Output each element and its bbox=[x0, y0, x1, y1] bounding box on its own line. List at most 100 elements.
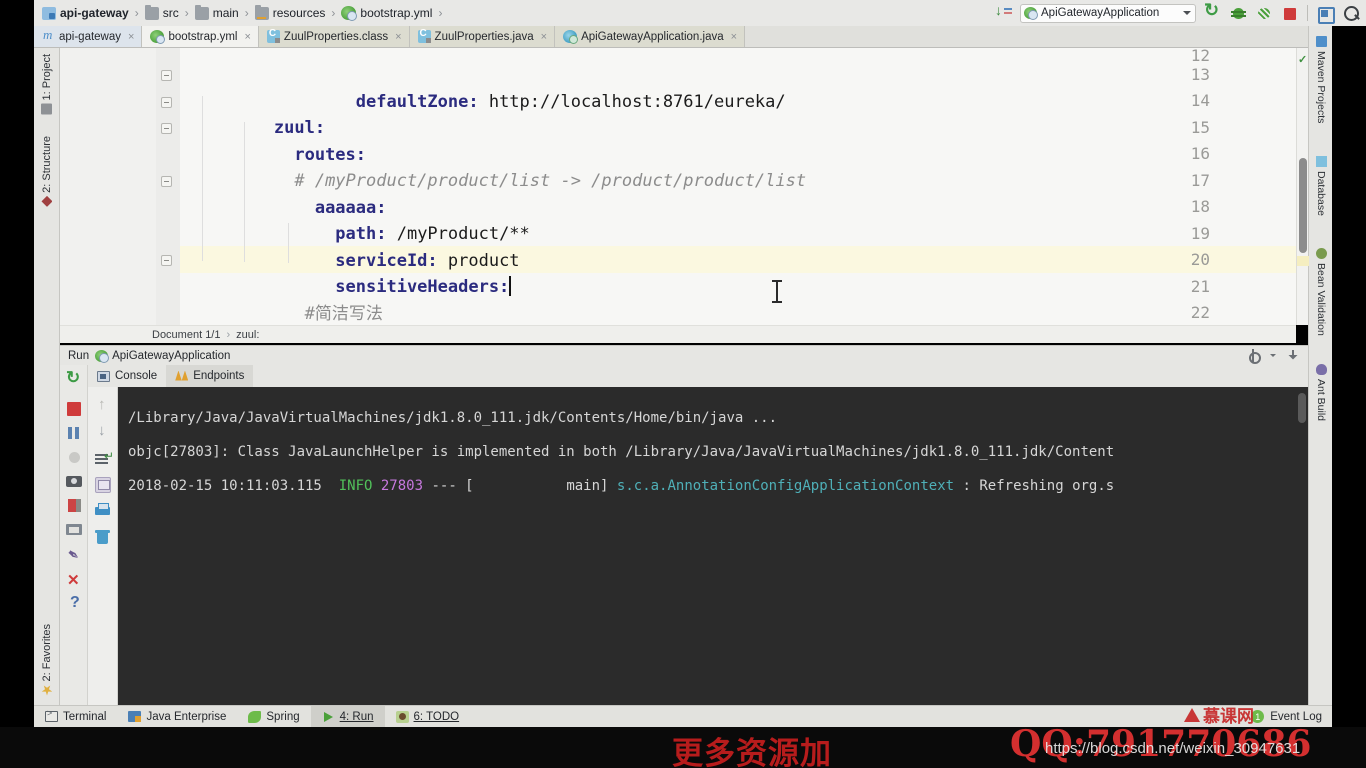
run-icon bbox=[322, 711, 335, 723]
close-icon[interactable]: × bbox=[395, 31, 401, 43]
console-line: 2018-02-15 10:11:03.115 INFO 27803 --- [… bbox=[128, 478, 1308, 495]
code-editor[interactable]: 12 13 14 15 16 17 18 19 20 21 22 service… bbox=[60, 48, 1296, 325]
close-icon[interactable]: × bbox=[731, 31, 737, 43]
main-toolbar: ApiGatewayApplication bbox=[994, 0, 1366, 26]
stop-icon[interactable] bbox=[66, 401, 83, 418]
toolbar-divider bbox=[1307, 5, 1308, 21]
screenshot-icon[interactable] bbox=[66, 473, 83, 490]
fold-marker[interactable] bbox=[161, 70, 172, 81]
bottom-watermark-band bbox=[0, 727, 1366, 768]
status-item-spring[interactable]: Spring bbox=[237, 706, 310, 728]
scroll-to-end-icon[interactable] bbox=[95, 477, 111, 493]
debug-icon[interactable] bbox=[1229, 4, 1248, 23]
layout-icon[interactable] bbox=[66, 521, 83, 538]
event-log-badge: 1 bbox=[1251, 710, 1265, 723]
scrollbar-thumb[interactable] bbox=[1299, 158, 1307, 253]
close-icon[interactable] bbox=[66, 571, 83, 590]
chevron-down-icon[interactable] bbox=[1270, 354, 1276, 357]
breadcrumb-label: bootstrap.yml bbox=[360, 6, 433, 20]
close-icon[interactable]: × bbox=[244, 31, 250, 43]
fold-marker[interactable] bbox=[161, 176, 172, 187]
editor-tab-label: ZuulProperties.class bbox=[283, 30, 389, 43]
tab-endpoints[interactable]: Endpoints bbox=[166, 365, 254, 387]
console-line: objc[27803]: Class JavaLaunchHelper is i… bbox=[128, 444, 1308, 461]
status-bar-right: 1 Event Log bbox=[1251, 710, 1332, 723]
class-file-icon bbox=[266, 28, 280, 43]
fold-marker[interactable] bbox=[161, 97, 172, 108]
console-logger: s.c.a.AnnotationConfigApplicationContext bbox=[616, 478, 955, 494]
breadcrumb-item-src[interactable]: src bbox=[144, 4, 179, 20]
sidebar-item-label: 2: Favorites bbox=[41, 624, 53, 682]
sidebar-item-database[interactable]: Database bbox=[1309, 152, 1333, 220]
hide-icon[interactable] bbox=[1286, 349, 1300, 363]
editor-tab-bootstrap-yml[interactable]: bootstrap.yml × bbox=[142, 26, 259, 47]
status-item-event-log[interactable]: Event Log bbox=[1270, 711, 1322, 723]
spring-yml-icon bbox=[150, 30, 166, 44]
editor-tab-bar: api-gateway × bootstrap.yml × ZuulProper… bbox=[34, 26, 1328, 48]
breadcrumb-separator: › bbox=[244, 6, 249, 20]
console-scrollbar-thumb[interactable] bbox=[1298, 393, 1306, 423]
sidebar-item-project[interactable]: 1: Project bbox=[34, 50, 60, 118]
console-output[interactable]: /Library/Java/JavaVirtualMachines/jdk1.8… bbox=[118, 387, 1308, 705]
code-text[interactable]: service-url: defaultZone: http://localho… bbox=[180, 48, 1296, 325]
breadcrumb-item-main[interactable]: main bbox=[194, 4, 239, 20]
close-icon[interactable]: × bbox=[128, 31, 134, 43]
soft-wrap-icon[interactable] bbox=[95, 449, 114, 467]
close-icon[interactable]: × bbox=[541, 31, 547, 43]
fold-marker[interactable] bbox=[161, 255, 172, 266]
pin-icon[interactable] bbox=[66, 549, 83, 566]
exit-icon[interactable] bbox=[66, 497, 83, 514]
run-tool-window-header: Run ApiGatewayApplication bbox=[60, 345, 1308, 365]
chevron-down-icon bbox=[1183, 11, 1191, 15]
scroll-up-icon[interactable] bbox=[95, 396, 111, 415]
editor-tab-zuulproperties-class[interactable]: ZuulProperties.class × bbox=[258, 26, 410, 47]
rerun-icon[interactable] bbox=[66, 368, 83, 390]
layout-icon[interactable] bbox=[1315, 4, 1335, 24]
terminal-icon bbox=[45, 708, 58, 722]
status-item-run[interactable]: 4: Run bbox=[310, 705, 385, 728]
resume-icon[interactable] bbox=[66, 449, 83, 466]
editor-tab-apigatewayapplication-java[interactable]: ApiGatewayApplication.java × bbox=[555, 26, 746, 47]
run-window-header-actions bbox=[1246, 349, 1308, 364]
sidebar-item-bean-validation[interactable]: Bean Validation bbox=[1309, 244, 1333, 340]
run-with-coverage-icon[interactable] bbox=[1255, 4, 1274, 23]
text-caret bbox=[509, 275, 511, 296]
maven-icon bbox=[42, 27, 55, 43]
right-black-border bbox=[1332, 0, 1366, 768]
pause-icon[interactable] bbox=[66, 425, 83, 442]
scroll-down-icon[interactable] bbox=[95, 422, 111, 441]
status-bar: Terminal Java Enterprise Spring 4: Run 6… bbox=[34, 705, 1332, 728]
status-item-todo[interactable]: 6: TODO bbox=[385, 706, 471, 728]
console-text: --- [ main] bbox=[423, 478, 617, 494]
rerun-icon[interactable] bbox=[1203, 0, 1222, 23]
run-window-side-toolbar bbox=[60, 365, 88, 705]
fold-marker[interactable] bbox=[161, 123, 172, 134]
breadcrumb-item-api-gateway[interactable]: api-gateway bbox=[42, 6, 129, 20]
search-everywhere-icon[interactable] bbox=[1341, 4, 1360, 23]
stop-icon[interactable] bbox=[1281, 4, 1300, 23]
console-log-level: INFO bbox=[330, 478, 373, 494]
gear-icon[interactable] bbox=[1246, 349, 1261, 364]
breadcrumb-item-resources[interactable]: resources bbox=[254, 4, 325, 20]
clear-all-icon[interactable] bbox=[95, 529, 111, 545]
help-icon[interactable] bbox=[66, 594, 83, 614]
status-item-label: 4: Run bbox=[339, 710, 374, 723]
run-configuration-selector[interactable]: ApiGatewayApplication bbox=[1020, 3, 1196, 23]
mouse-text-cursor bbox=[772, 280, 782, 303]
tab-console[interactable]: Console bbox=[88, 365, 166, 387]
editor-tab-label: bootstrap.yml bbox=[168, 30, 238, 43]
sidebar-item-structure[interactable]: 2: Structure bbox=[34, 132, 60, 211]
marker-band[interactable] bbox=[1297, 256, 1309, 266]
print-icon[interactable] bbox=[95, 503, 111, 519]
sidebar-item-favorites[interactable]: 2: Favorites bbox=[34, 620, 60, 699]
status-item-java-enterprise[interactable]: Java Enterprise bbox=[117, 706, 237, 728]
sidebar-item-ant-build[interactable]: Ant Build bbox=[1309, 360, 1333, 425]
breadcrumb-item-bootstrap-yml[interactable]: bootstrap.yml bbox=[341, 6, 433, 21]
update-project-icon[interactable] bbox=[994, 2, 1013, 23]
editor-tab-api-gateway[interactable]: api-gateway × bbox=[34, 26, 143, 47]
status-item-terminal[interactable]: Terminal bbox=[34, 706, 117, 728]
editor-tab-zuulproperties-java[interactable]: ZuulProperties.java × bbox=[409, 26, 556, 47]
editor-marker-scrollbar[interactable]: ✓ bbox=[1296, 48, 1309, 325]
database-icon bbox=[1315, 156, 1327, 167]
sidebar-item-maven-projects[interactable]: Maven Projects bbox=[1309, 32, 1333, 127]
